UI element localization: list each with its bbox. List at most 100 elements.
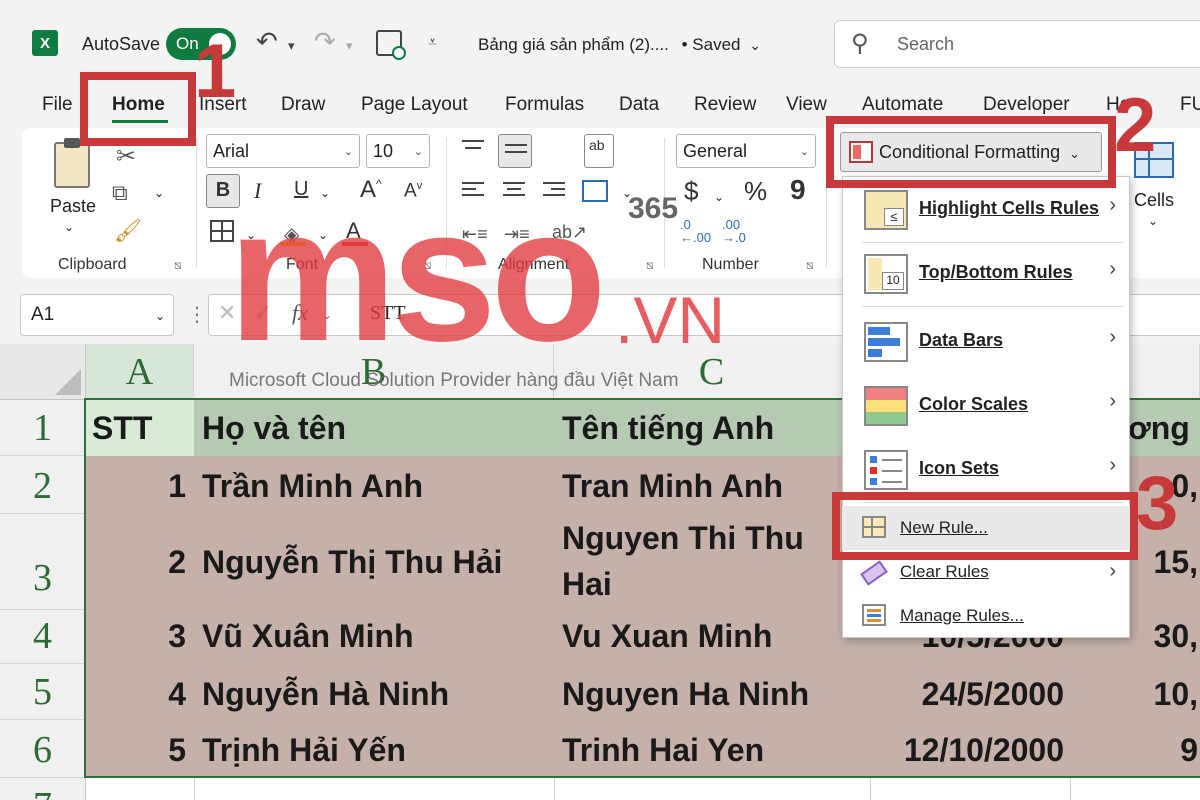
cells-button[interactable]: Cells xyxy=(1134,190,1174,211)
wrap-text-button[interactable]: ab xyxy=(584,134,614,168)
number-launcher-icon[interactable]: ⧅ xyxy=(806,258,814,273)
gridline xyxy=(1070,778,1071,800)
chevron-right-icon: › xyxy=(1109,194,1116,216)
menu-separator xyxy=(862,306,1124,307)
callout-number-3: 3 xyxy=(1136,461,1179,546)
document-title-text: Bảng giá sản phẩm (2).... xyxy=(478,35,669,54)
watermark-vn: .VN xyxy=(615,283,726,357)
menu-item-label: Color Scales xyxy=(919,394,1029,414)
row-header-4[interactable]: 4 xyxy=(0,610,86,664)
clipboard-launcher-icon[interactable]: ⧅ xyxy=(174,258,182,273)
tab-file[interactable]: File xyxy=(42,94,73,116)
tab-developer[interactable]: Developer xyxy=(983,94,1070,116)
color-scales-icon xyxy=(864,386,908,426)
decrease-decimal-icon[interactable]: .00 →.0 xyxy=(722,218,746,244)
gridline xyxy=(194,778,195,800)
redo-icon[interactable]: ↷ xyxy=(314,26,336,57)
saved-status: • Saved xyxy=(681,35,741,54)
group-separator xyxy=(196,138,197,268)
redo-dropdown-icon[interactable]: ▾ xyxy=(346,38,353,54)
tab-page-layout[interactable]: Page Layout xyxy=(361,94,468,116)
chevron-down-icon: ⌄ xyxy=(749,37,761,53)
chevron-right-icon: › xyxy=(1109,390,1116,412)
data-bars-icon xyxy=(864,322,908,362)
copy-dropdown-icon[interactable]: ⌄ xyxy=(154,186,164,200)
alignment-launcher-icon[interactable]: ⧅ xyxy=(646,258,654,273)
watermark-badge: 365 xyxy=(628,192,679,225)
undo-dropdown-icon[interactable]: ▾ xyxy=(288,38,295,54)
row-header-2[interactable]: 2 xyxy=(0,456,86,514)
gridline xyxy=(870,778,871,800)
row-header-1[interactable]: 1 xyxy=(0,400,86,456)
chevron-down-icon: ⌄ xyxy=(799,146,809,158)
comma-style-button[interactable]: 9 xyxy=(790,174,806,206)
autosave-label: AutoSave xyxy=(82,34,161,54)
align-top-icon[interactable] xyxy=(462,140,484,149)
chevron-right-icon: › xyxy=(1109,560,1116,582)
chevron-down-icon: ⌄ xyxy=(154,309,165,323)
menu-item-top-bottom-rules[interactable]: 10 Top/Bottom Rules › xyxy=(842,242,1130,306)
menu-item-color-scales[interactable]: Color Scales › xyxy=(842,374,1130,438)
clipboard-group-label: Clipboard xyxy=(58,256,127,273)
copy-icon[interactable]: ⧉ xyxy=(112,180,128,206)
top-bottom-icon: 10 xyxy=(864,254,908,294)
increase-decimal-icon[interactable]: .0 ←.00 xyxy=(680,218,711,244)
search-icon: ⚲ xyxy=(851,30,869,57)
paste-button[interactable]: Paste xyxy=(50,196,96,217)
annotation-box-home xyxy=(80,72,196,146)
tab-data[interactable]: Data xyxy=(619,94,659,116)
menu-item-data-bars[interactable]: Data Bars › xyxy=(842,310,1130,374)
undo-icon[interactable]: ↶ xyxy=(256,26,278,57)
font-size-select[interactable]: 10 ⌄ xyxy=(366,134,430,168)
gridline xyxy=(554,778,555,800)
percent-button[interactable]: % xyxy=(744,176,767,207)
row-header-3[interactable]: 3 xyxy=(0,514,86,610)
tab-formulas[interactable]: Formulas xyxy=(505,94,584,116)
select-all-button[interactable] xyxy=(0,344,86,400)
row-header-6[interactable]: 6 xyxy=(0,720,86,778)
watermark-brand: mso xyxy=(228,169,607,381)
tab-automate[interactable]: Automate xyxy=(862,94,943,116)
chevron-right-icon: › xyxy=(1109,258,1116,280)
menu-item-manage-rules[interactable]: Manage Rules... xyxy=(842,594,1130,638)
currency-dropdown-icon[interactable]: ⌄ xyxy=(714,190,724,204)
align-middle-button[interactable] xyxy=(498,134,532,168)
search-input[interactable]: ⚲ Search xyxy=(834,20,1200,68)
chevron-right-icon: › xyxy=(1109,326,1116,348)
tab-fu[interactable]: FU xyxy=(1180,94,1200,116)
menu-item-label: Icon Sets xyxy=(919,458,1000,478)
currency-button[interactable]: $ xyxy=(684,176,698,207)
chevron-right-icon: › xyxy=(1109,454,1116,476)
more-options-icon[interactable]: ⋮ xyxy=(187,302,207,327)
format-painter-icon[interactable]: 🖌 xyxy=(114,218,142,244)
search-placeholder: Search xyxy=(897,34,955,54)
chevron-down-icon: ⌄ xyxy=(343,146,353,158)
font-name-select[interactable]: Arial ⌄ xyxy=(206,134,360,168)
column-header-a[interactable]: A xyxy=(86,344,194,400)
number-format-value: General xyxy=(683,141,748,161)
tab-view[interactable]: View xyxy=(786,94,827,116)
tab-draw[interactable]: Draw xyxy=(281,94,325,116)
row-header-7[interactable]: 7 xyxy=(0,778,86,800)
paste-dropdown-icon[interactable]: ⌄ xyxy=(64,220,74,234)
customize-icon[interactable]: ⩡ xyxy=(428,34,437,52)
menu-item-label: Manage Rules... xyxy=(900,606,1024,625)
save-icon[interactable] xyxy=(376,30,406,60)
name-box[interactable]: A1 ⌄ xyxy=(20,294,174,336)
manage-rules-icon xyxy=(862,604,886,626)
tab-review[interactable]: Review xyxy=(694,94,756,116)
excel-logo-icon: X xyxy=(32,30,58,56)
annotation-box-new-rule xyxy=(832,492,1138,560)
highlight-cells-icon: ≤ xyxy=(864,190,908,230)
cells-dropdown-icon[interactable]: ⌄ xyxy=(1148,214,1158,228)
number-format-select[interactable]: General ⌄ xyxy=(676,134,816,168)
annotation-box-conditional-formatting xyxy=(826,116,1116,188)
menu-item-label: Top/Bottom Rules xyxy=(919,262,1073,282)
watermark-tagline: Microsoft Cloud Solution Provider hàng đ… xyxy=(229,370,679,391)
cut-icon[interactable]: ✂ xyxy=(116,142,136,171)
document-title[interactable]: Bảng giá sản phẩm (2).... • Saved ⌄ xyxy=(478,35,761,55)
row-header-5[interactable]: 5 xyxy=(0,664,86,720)
paste-icon[interactable] xyxy=(54,138,90,188)
callout-number-1: 1 xyxy=(194,29,237,114)
menu-item-label: Clear Rules xyxy=(900,562,989,581)
